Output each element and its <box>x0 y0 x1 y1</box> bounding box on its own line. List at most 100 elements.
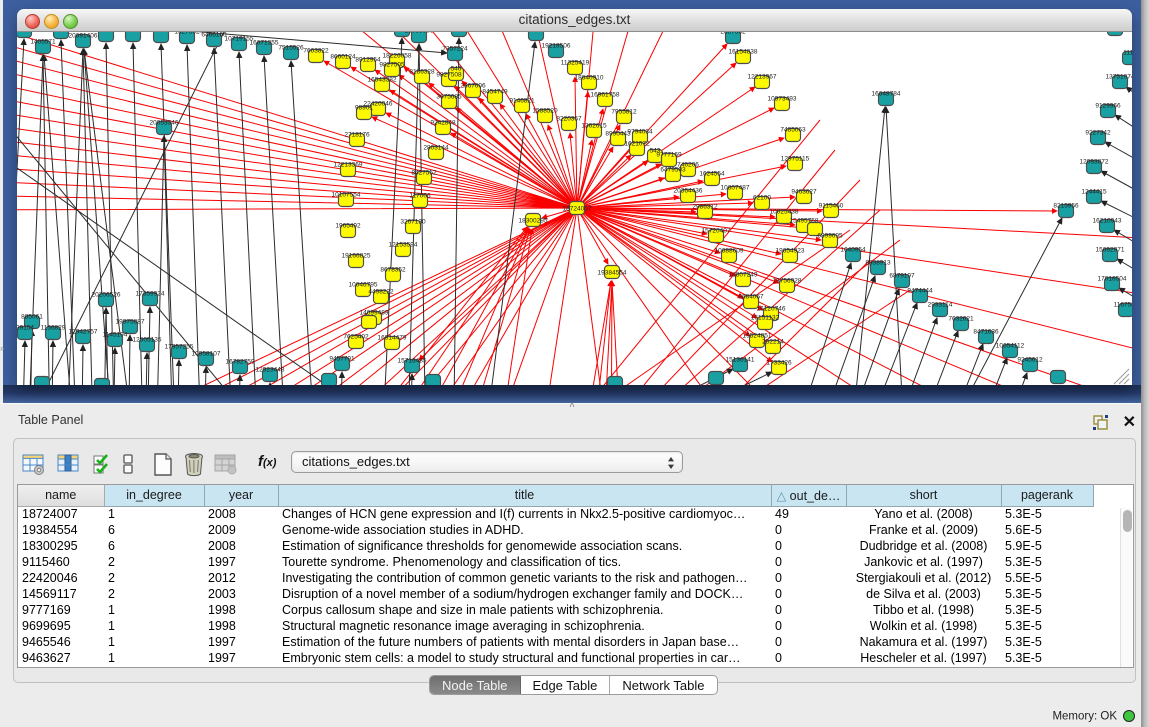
svg-text:1244415: 1244415 <box>1081 189 1107 196</box>
svg-text:2803144: 2803144 <box>423 145 449 152</box>
svg-text:16154838: 16154838 <box>729 49 758 56</box>
svg-text:8471636: 8471636 <box>973 329 999 336</box>
svg-text:7663822: 7663822 <box>303 48 329 55</box>
svg-text:7485063: 7485063 <box>780 127 806 134</box>
svg-text:19166825: 19166825 <box>342 253 371 260</box>
svg-text:9684067: 9684067 <box>738 294 764 301</box>
svg-text:39154: 39154 <box>17 325 34 332</box>
svg-text:2887682: 2887682 <box>720 32 746 36</box>
svg-text:10807487: 10807487 <box>721 185 750 192</box>
svg-text:10107554: 10107554 <box>332 192 361 199</box>
svg-text:3675685: 3675685 <box>436 94 462 101</box>
svg-text:20053346: 20053346 <box>150 120 179 127</box>
svg-text:19384554: 19384554 <box>598 270 627 277</box>
svg-text:20206526: 20206526 <box>92 292 121 299</box>
svg-text:19654923: 19654923 <box>776 248 805 255</box>
svg-text:2718176: 2718176 <box>344 132 370 139</box>
svg-text:1405571: 1405571 <box>30 39 56 46</box>
svg-text:885061: 885061 <box>21 314 43 321</box>
svg-text:7357224: 7357224 <box>442 46 468 53</box>
svg-text:10973493: 10973493 <box>768 96 797 103</box>
svg-text:7955812: 7955812 <box>611 109 637 116</box>
svg-text:17359924: 17359924 <box>136 291 165 298</box>
svg-text:12213369: 12213369 <box>334 162 363 169</box>
svg-text:12975115: 12975115 <box>781 156 810 163</box>
svg-text:10654112: 10654112 <box>996 343 1025 350</box>
svg-text:546: 546 <box>451 66 462 73</box>
svg-text:10958107: 10958107 <box>192 351 221 358</box>
svg-text:19218506: 19218506 <box>542 43 571 50</box>
svg-text:98901: 98901 <box>355 105 373 112</box>
svg-text:12942757: 12942757 <box>69 329 98 336</box>
svg-text:18300295: 18300295 <box>519 218 548 225</box>
svg-text:19975887: 19975887 <box>116 319 145 326</box>
svg-text:2986312: 2986312 <box>692 204 718 211</box>
svg-text:9115460: 9115460 <box>819 203 844 210</box>
svg-text:16543382: 16543382 <box>368 77 397 84</box>
svg-text:16914479: 16914479 <box>378 335 407 342</box>
svg-text:8427552: 8427552 <box>411 170 437 177</box>
svg-text:9242848: 9242848 <box>430 120 456 127</box>
svg-text:16961758: 16961758 <box>591 92 620 99</box>
svg-text:9227342: 9227342 <box>1085 130 1111 137</box>
svg-text:17957255: 17957255 <box>165 344 194 351</box>
svg-text:18226058: 18226058 <box>383 53 412 60</box>
svg-text:8912954: 8912954 <box>355 57 381 64</box>
svg-text:8660124: 8660124 <box>330 54 356 61</box>
svg-text:1112: 1112 <box>1123 50 1132 57</box>
svg-text:19756928: 19756928 <box>773 278 802 285</box>
svg-text:10688609: 10688609 <box>715 248 744 255</box>
svg-text:9245612: 9245612 <box>1017 357 1043 364</box>
svg-text:11325419: 11325419 <box>561 60 590 67</box>
svg-text:1362615: 1362615 <box>581 123 607 130</box>
svg-text:18640910: 18640910 <box>575 75 604 82</box>
svg-text:2933114: 2933114 <box>928 302 953 309</box>
svg-text:9827505: 9827505 <box>379 62 405 69</box>
svg-text:17016504: 17016504 <box>1098 276 1127 283</box>
svg-text:16120746: 16120746 <box>757 306 786 313</box>
svg-text:15716485: 15716485 <box>398 358 427 365</box>
svg-text:9827508: 9827508 <box>436 72 462 79</box>
svg-text:15495758: 15495758 <box>790 218 819 225</box>
svg-text:6879197: 6879197 <box>889 273 915 280</box>
svg-text:252214: 252214 <box>762 339 784 346</box>
svg-text:1624554: 1624554 <box>699 171 725 178</box>
svg-text:18807249: 18807249 <box>729 272 758 279</box>
svg-text:9463627: 9463627 <box>791 189 817 196</box>
svg-text:18724007: 18724007 <box>563 206 592 213</box>
svg-text:15692971: 15692971 <box>1096 247 1125 254</box>
svg-text:1621072: 1621072 <box>624 141 650 148</box>
svg-text:1733426: 1733426 <box>766 360 792 367</box>
svg-text:12505135: 12505135 <box>133 337 162 344</box>
svg-text:16151132: 16151132 <box>751 315 780 322</box>
svg-text:6899695: 6899695 <box>817 233 843 240</box>
svg-text:6479503: 6479503 <box>660 167 686 174</box>
svg-text:9777169: 9777169 <box>656 152 682 159</box>
svg-text:9794034: 9794034 <box>627 129 653 136</box>
svg-text:9457791: 9457791 <box>329 356 355 363</box>
svg-text:15720407: 15720407 <box>702 228 731 235</box>
svg-text:10025438: 10025438 <box>770 209 799 216</box>
svg-text:20691406: 20691406 <box>69 33 98 40</box>
svg-text:16210943: 16210943 <box>1093 218 1122 225</box>
svg-text:15136141: 15136141 <box>726 357 755 364</box>
svg-text:13751074: 13751074 <box>1106 74 1132 81</box>
svg-text:12923448: 12923448 <box>256 367 285 374</box>
svg-text:9146821: 9146821 <box>509 98 535 105</box>
svg-text:117006: 117006 <box>409 193 431 200</box>
svg-text:3267130: 3267130 <box>400 219 426 226</box>
svg-text:8220357: 8220357 <box>556 116 582 123</box>
svg-text:10046795: 10046795 <box>349 282 378 289</box>
svg-text:1640954: 1640954 <box>840 247 866 254</box>
svg-text:1156829: 1156829 <box>41 325 66 332</box>
svg-text:1145194: 1145194 <box>103 332 128 339</box>
svg-text:8678352: 8678352 <box>380 267 406 274</box>
svg-text:1527602: 1527602 <box>174 32 200 36</box>
svg-text:1167534: 1167534 <box>1114 302 1132 309</box>
svg-text:16671355: 16671355 <box>250 40 279 47</box>
svg-text:12213967: 12213967 <box>748 74 777 81</box>
svg-text:16053809: 16053809 <box>405 32 434 35</box>
svg-text:62100: 62100 <box>753 195 771 202</box>
svg-text:7515526: 7515526 <box>278 45 304 52</box>
svg-text:6466160: 6466160 <box>201 32 227 39</box>
